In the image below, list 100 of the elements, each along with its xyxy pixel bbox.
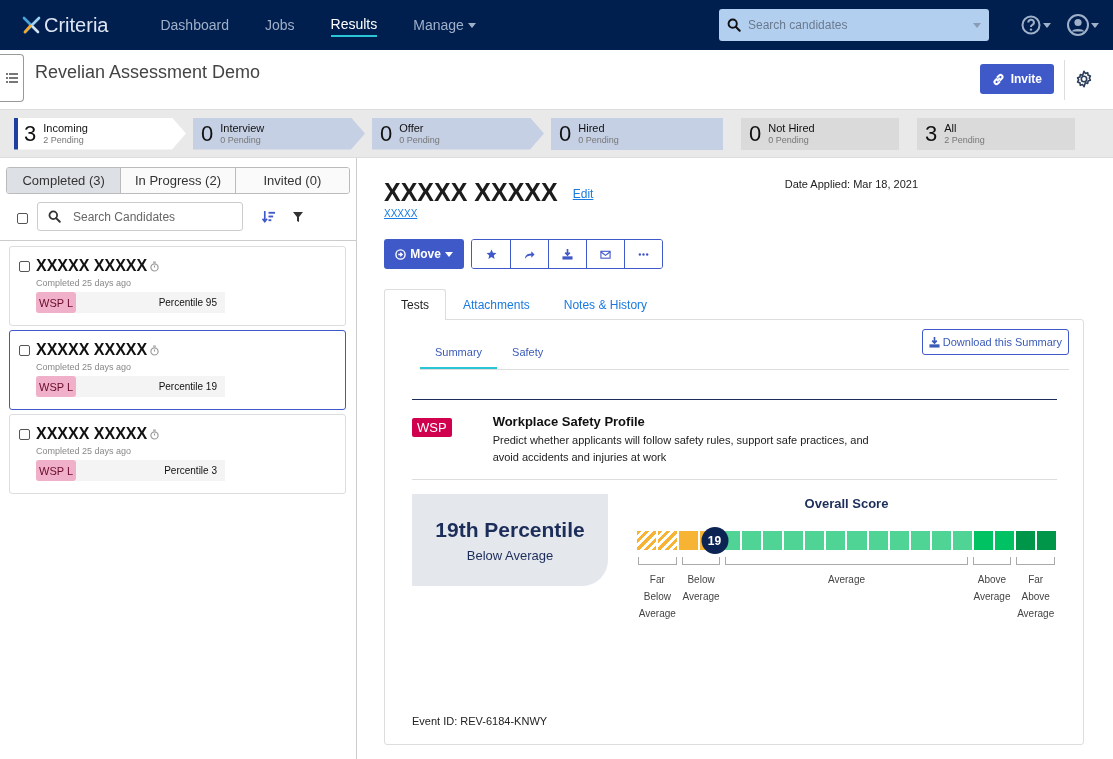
settings-icon[interactable] — [1075, 70, 1093, 88]
nav-link[interactable]: Results — [330, 13, 378, 37]
tab[interactable]: Tests — [384, 289, 446, 320]
sort-icon[interactable] — [262, 210, 275, 223]
user-avatar-icon[interactable] — [1067, 14, 1089, 36]
stage-count: 3 — [24, 120, 37, 147]
tab[interactable]: In Progress (2) — [120, 168, 235, 193]
download-icon — [562, 248, 573, 260]
test-title: Workplace Safety Profile — [492, 414, 646, 429]
stage-pending: 2 Pending — [43, 134, 85, 145]
checkbox[interactable] — [19, 261, 30, 272]
stage-count: 0 — [749, 120, 762, 147]
test-tag: WSP L — [36, 460, 77, 481]
star-icon — [485, 248, 497, 260]
range-bracket — [681, 557, 721, 565]
completion-status: Completed 25 days ago — [36, 362, 133, 372]
checkbox[interactable] — [19, 429, 30, 440]
help-icon[interactable] — [1021, 15, 1041, 35]
date-applied: Date Applied: Mar 18, 2021 — [784, 178, 919, 190]
completion-status: Completed 25 days ago — [36, 446, 133, 456]
link-icon — [991, 72, 1005, 86]
logo-mark-icon — [22, 15, 42, 35]
band-label: Far Above Average — [1016, 573, 1056, 621]
completion-status: Completed 25 days ago — [36, 278, 133, 288]
stage-count: 0 — [559, 120, 572, 147]
tab[interactable]: Notes & History — [546, 289, 665, 320]
rating-text: Below Average — [466, 547, 554, 563]
search-field[interactable]: Search candidates — [719, 9, 989, 41]
nav-link[interactable]: Manage — [413, 13, 476, 37]
checkbox[interactable] — [17, 213, 28, 224]
candidate-card[interactable]: XXXXX XXXXX Completed 25 days ago WSP L Percentile 3 — [9, 414, 346, 494]
stage-name: Interview — [220, 122, 265, 135]
stage-name: Not Hired — [768, 122, 815, 135]
candidate-name: XXXXX XXXXX — [384, 178, 558, 207]
percentile-score: Percentile 19 — [158, 381, 218, 392]
test-badge: WSP — [412, 418, 452, 437]
search-icon — [727, 18, 741, 32]
stage-name: Hired — [578, 122, 606, 135]
filter-icon[interactable] — [293, 211, 303, 222]
event-id: Event ID: REV-6184-KNWY — [412, 715, 549, 727]
stage-count: 0 — [201, 120, 214, 147]
stage-pending: 0 Pending — [399, 134, 440, 145]
search-field[interactable]: Search Candidates — [37, 202, 243, 231]
test-tag: WSP L — [36, 376, 77, 397]
list-icon — [5, 73, 18, 83]
logo-text: Criteria — [44, 13, 109, 37]
envelope-icon — [600, 248, 611, 260]
band-label: Far Below Average — [637, 573, 677, 621]
tab[interactable]: Attachments — [446, 289, 547, 320]
invite-button[interactable]: Invite — [979, 64, 1054, 94]
stage-pending: 0 Pending — [220, 134, 262, 145]
candidate-card[interactable]: XXXXX XXXXX Completed 25 days ago WSP L Percentile 95 — [9, 246, 346, 326]
stage-pending: 0 Pending — [768, 134, 810, 145]
nav-link[interactable]: Jobs — [264, 13, 295, 37]
tab[interactable]: Summary — [420, 337, 498, 369]
checkbox[interactable] — [19, 345, 30, 356]
download-summary-button[interactable]: Download this Summary — [921, 329, 1069, 355]
percentile-score: Percentile 3 — [164, 465, 218, 476]
stopwatch-icon — [150, 428, 160, 440]
stage-name: Incoming — [43, 122, 88, 135]
caret-icon — [973, 23, 981, 28]
score-marker: 19 — [701, 527, 728, 554]
stage-name: All — [944, 122, 958, 135]
stage-count: 0 — [380, 120, 393, 147]
tab[interactable]: Safety — [497, 337, 559, 369]
percentile-value: 19th Percentile — [435, 517, 585, 542]
band-label: Below Average — [681, 573, 721, 604]
range-bracket — [638, 557, 677, 565]
page-title: Revelian Assessment Demo — [35, 62, 261, 83]
more-button[interactable] — [624, 240, 662, 268]
email-link[interactable]: XXXXX — [384, 208, 418, 219]
menu-button[interactable] — [0, 54, 24, 102]
range-bracket — [972, 557, 1012, 565]
percentile-score: Percentile 95 — [158, 297, 218, 308]
range-bracket — [1016, 557, 1055, 565]
band-label: Average — [826, 573, 867, 587]
stage-pending: 2 Pending — [944, 134, 985, 145]
tab[interactable]: Completed (3) — [7, 168, 121, 193]
stage-name: Offer — [399, 122, 425, 135]
tab[interactable]: Invited (0) — [234, 168, 349, 193]
candidate-card[interactable]: XXXXX XXXXX Completed 25 days ago WSP L Percentile 19 — [9, 330, 346, 410]
band-label: Above Average — [972, 573, 1012, 604]
candidate-name: XXXXX XXXXX — [36, 341, 148, 359]
test-tag: WSP L — [36, 292, 77, 313]
caret-icon — [1091, 22, 1099, 28]
candidate-name: XXXXX XXXXX — [36, 425, 148, 443]
circle-arrow-icon — [395, 248, 407, 260]
edit-link[interactable]: Edit — [572, 187, 594, 201]
stage-pending: 0 Pending — [578, 134, 619, 145]
nav-link[interactable]: Dashboard — [160, 13, 229, 37]
search-icon — [48, 210, 61, 223]
caret-icon — [444, 251, 453, 257]
test-description: Predict whether applicants will follow safety rules, support safe practices, and avoid accidents and injuries at work — [492, 433, 870, 465]
download-icon — [928, 336, 940, 348]
move-button[interactable]: Move — [384, 239, 464, 269]
stopwatch-icon — [150, 344, 160, 356]
chart-title: Overall Score — [804, 496, 889, 511]
share-icon — [524, 248, 535, 260]
caret-icon — [1043, 22, 1051, 28]
candidate-name: XXXXX XXXXX — [36, 257, 148, 275]
